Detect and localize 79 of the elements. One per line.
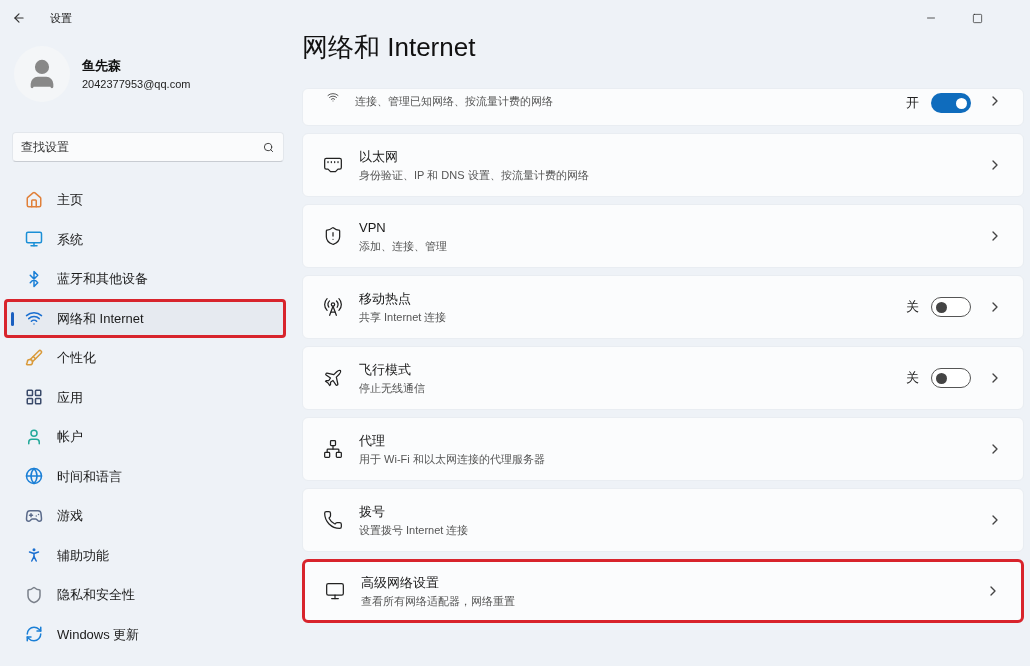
nav-label: 游戏 bbox=[57, 507, 83, 525]
shield-icon bbox=[323, 226, 343, 246]
home-icon bbox=[25, 190, 43, 209]
monitor-icon bbox=[325, 581, 345, 601]
nav-label: 网络和 Internet bbox=[57, 309, 144, 328]
search-icon bbox=[263, 142, 274, 153]
setting-card[interactable]: 移动热点 共享 Internet 连接 关 bbox=[302, 275, 1024, 339]
card-title: VPN bbox=[359, 219, 387, 237]
nav-item[interactable]: 网络和 Internet bbox=[4, 298, 286, 338]
globe-icon bbox=[25, 467, 43, 486]
user-name: 鱼先森 bbox=[82, 57, 122, 75]
card-title: 高级网络设置 bbox=[361, 574, 440, 592]
card-title: 拨号 bbox=[359, 503, 386, 521]
apps-icon bbox=[25, 388, 43, 407]
nav-label: 蓝牙和其他设备 bbox=[57, 270, 148, 288]
card-subtitle: 共享 Internet 连接 bbox=[359, 310, 448, 325]
nav-label: 个性化 bbox=[57, 349, 96, 367]
nav-item[interactable]: 辅助功能 bbox=[4, 535, 286, 575]
nav-label: 辅助功能 bbox=[57, 546, 109, 565]
setting-card[interactable]: 连接、管理已知网络、按流量计费的网络 开 bbox=[302, 88, 1024, 126]
nav-item[interactable]: 时间和语言 bbox=[4, 456, 286, 496]
nav-label: 隐私和安全性 bbox=[57, 586, 135, 604]
card-subtitle: 查看所有网络适配器，网络重置 bbox=[361, 594, 516, 609]
card-title: 飞行模式 bbox=[359, 361, 412, 379]
card-subtitle: 用于 Wi-Fi 和以太网连接的代理服务器 bbox=[359, 452, 546, 467]
card-subtitle: 连接、管理已知网络、按流量计费的网络 bbox=[355, 94, 554, 109]
nav-item[interactable]: 个性化 bbox=[4, 338, 286, 378]
nav-item[interactable]: 系统 bbox=[4, 219, 286, 259]
wifi-icon bbox=[25, 309, 43, 328]
search-field[interactable]: 查找设置 bbox=[12, 132, 284, 162]
nav-item[interactable]: 游戏 bbox=[4, 496, 286, 536]
ethernet-icon bbox=[323, 155, 343, 175]
nav-item[interactable]: 主页 bbox=[4, 180, 286, 220]
card-subtitle: 添加、连接、管理 bbox=[359, 239, 448, 254]
card-subtitle: 设置拨号 Internet 连接 bbox=[359, 523, 470, 538]
card-title: 移动热点 bbox=[359, 290, 412, 308]
card-subtitle: 停止无线通信 bbox=[359, 381, 426, 396]
nav-label: 时间和语言 bbox=[57, 467, 122, 486]
antenna-icon bbox=[323, 297, 343, 317]
card-subtitle: 身份验证、IP 和 DNS 设置、按流量计费的网络 bbox=[359, 168, 590, 183]
toggle-switch[interactable] bbox=[931, 297, 971, 317]
nav-label: 应用 bbox=[57, 388, 83, 407]
airplane-icon bbox=[323, 368, 343, 388]
window-title: 设置 bbox=[50, 10, 72, 26]
nav-item[interactable]: Windows 更新 bbox=[4, 614, 286, 654]
refresh-icon bbox=[25, 625, 43, 644]
setting-card[interactable]: VPN 添加、连接、管理 bbox=[302, 204, 1024, 268]
user-email: 2042377953@qq.com bbox=[82, 76, 191, 92]
setting-card[interactable]: 拨号 设置拨号 Internet 连接 bbox=[302, 488, 1024, 552]
maximize-icon bbox=[971, 12, 983, 24]
nav-item[interactable]: 应用 bbox=[4, 377, 286, 417]
brush-icon bbox=[25, 348, 43, 367]
shield-icon bbox=[25, 585, 43, 604]
nav-item[interactable]: 隐私和安全性 bbox=[4, 575, 286, 615]
card-title: 以太网 bbox=[359, 148, 399, 166]
wifi-icon bbox=[327, 91, 339, 103]
monitor-icon bbox=[25, 230, 43, 249]
phone-icon bbox=[323, 510, 343, 530]
setting-card[interactable]: 代理 用于 Wi-Fi 和以太网连接的代理服务器 bbox=[302, 417, 1024, 481]
selection-indicator bbox=[11, 311, 14, 326]
page-heading: 网络和 Internet bbox=[302, 32, 477, 64]
card-title: 代理 bbox=[359, 432, 386, 450]
back-icon[interactable] bbox=[12, 11, 26, 25]
nav-item[interactable]: 蓝牙和其他设备 bbox=[4, 259, 286, 299]
nav-item[interactable]: 帐户 bbox=[4, 417, 286, 457]
toggle-state: 关 bbox=[906, 369, 919, 388]
toggle-switch[interactable] bbox=[931, 368, 971, 388]
toggle-state: 开 bbox=[906, 94, 919, 113]
nav-label: 帐户 bbox=[57, 428, 83, 446]
person-icon bbox=[25, 427, 43, 446]
nav-label: 主页 bbox=[57, 191, 83, 209]
setting-card[interactable]: 飞行模式 停止无线通信 关 bbox=[302, 346, 1024, 410]
nav-label: Windows 更新 bbox=[57, 625, 140, 644]
toggle-switch[interactable] bbox=[931, 93, 971, 113]
network-icon bbox=[323, 439, 343, 459]
nav-label: 系统 bbox=[57, 230, 83, 249]
setting-card[interactable]: 高级网络设置 查看所有网络适配器，网络重置 bbox=[302, 559, 1024, 623]
setting-card[interactable]: 以太网 身份验证、IP 和 DNS 设置、按流量计费的网络 bbox=[302, 133, 1024, 197]
toggle-state: 关 bbox=[906, 298, 919, 317]
